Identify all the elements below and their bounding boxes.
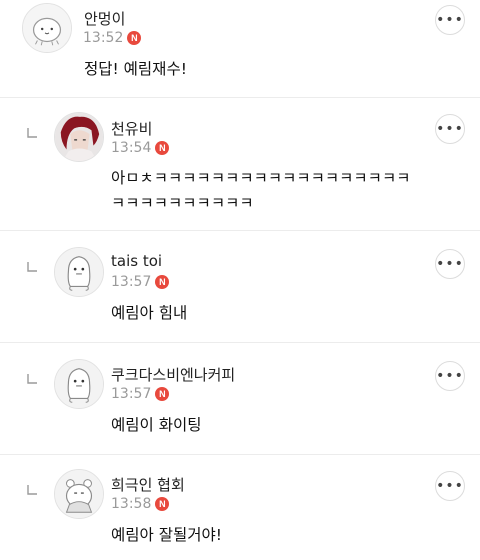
avatar[interactable] bbox=[54, 247, 104, 297]
comment-text: 예림아 힘내 bbox=[111, 304, 188, 322]
more-options-button[interactable]: ••• bbox=[435, 5, 465, 35]
nickname[interactable]: 안멍이 bbox=[84, 8, 125, 29]
more-options-button[interactable]: ••• bbox=[435, 471, 465, 501]
comment-item: tais toi 13:57 N ••• 예림아 힘내 bbox=[0, 231, 480, 343]
new-badge: N bbox=[155, 275, 170, 289]
new-badge: N bbox=[155, 497, 170, 511]
reply-arrow-icon bbox=[27, 128, 37, 138]
comment-text: 예림이 화이팅 bbox=[111, 416, 202, 434]
avatar[interactable] bbox=[54, 112, 104, 162]
timestamp: 13:52 bbox=[83, 30, 124, 46]
comment-item: 쿠크다스비엔나커피 13:57 N ••• 예림이 화이팅 bbox=[0, 343, 480, 455]
more-icon: ••• bbox=[436, 368, 464, 384]
nickname[interactable]: 쿠크다스비엔나커피 bbox=[111, 364, 235, 385]
comment-text: 정답! 예림재수! bbox=[84, 60, 187, 78]
comment-meta: 13:52 N bbox=[83, 30, 142, 46]
more-options-button[interactable]: ••• bbox=[435, 249, 465, 279]
avatar[interactable] bbox=[54, 469, 104, 519]
timestamp: 13:58 bbox=[111, 496, 152, 512]
timestamp: 13:57 bbox=[111, 386, 152, 402]
more-options-button[interactable]: ••• bbox=[435, 361, 465, 391]
comment-meta: 13:58 N bbox=[111, 496, 170, 512]
new-badge: N bbox=[155, 141, 170, 155]
more-options-button[interactable]: ••• bbox=[435, 114, 465, 144]
comment-item: 안멍이 13:52 N ••• 정답! 예림재수! bbox=[0, 0, 480, 98]
timestamp: 13:54 bbox=[111, 140, 152, 156]
comment-meta: 13:57 N bbox=[111, 386, 170, 402]
comment-text: 예림아 잘될거야! bbox=[111, 526, 222, 544]
comment-item: 천유비 13:54 N ••• 아ㅁㅊㅋㅋㅋㅋㅋㅋㅋㅋㅋㅋㅋㅋㅋㅋㅋㅋㅋㅋ ㅋㅋ… bbox=[0, 98, 480, 231]
nickname[interactable]: tais toi bbox=[111, 252, 162, 270]
comment-meta: 13:54 N bbox=[111, 140, 170, 156]
more-icon: ••• bbox=[436, 478, 464, 494]
reply-arrow-icon bbox=[27, 485, 37, 495]
comment-meta: 13:57 N bbox=[111, 274, 170, 290]
comment-item: 희극인 협회 13:58 N ••• 예림아 잘될거야! bbox=[0, 455, 480, 560]
more-icon: ••• bbox=[436, 12, 464, 28]
comment-text-line-2: ㅋㅋㅋㅋㅋㅋㅋㅋㅋㅋ bbox=[111, 194, 254, 212]
more-icon: ••• bbox=[436, 256, 464, 272]
new-badge: N bbox=[127, 31, 142, 45]
nickname[interactable]: 천유비 bbox=[111, 118, 152, 139]
more-icon: ••• bbox=[436, 121, 464, 137]
timestamp: 13:57 bbox=[111, 274, 152, 290]
avatar[interactable] bbox=[54, 359, 104, 409]
new-badge: N bbox=[155, 387, 170, 401]
comment-text: 아ㅁㅊㅋㅋㅋㅋㅋㅋㅋㅋㅋㅋㅋㅋㅋㅋㅋㅋㅋㅋ bbox=[111, 169, 411, 187]
reply-arrow-icon bbox=[27, 374, 37, 384]
nickname[interactable]: 희극인 협회 bbox=[111, 474, 185, 495]
avatar[interactable] bbox=[22, 3, 72, 53]
reply-arrow-icon bbox=[27, 262, 37, 272]
